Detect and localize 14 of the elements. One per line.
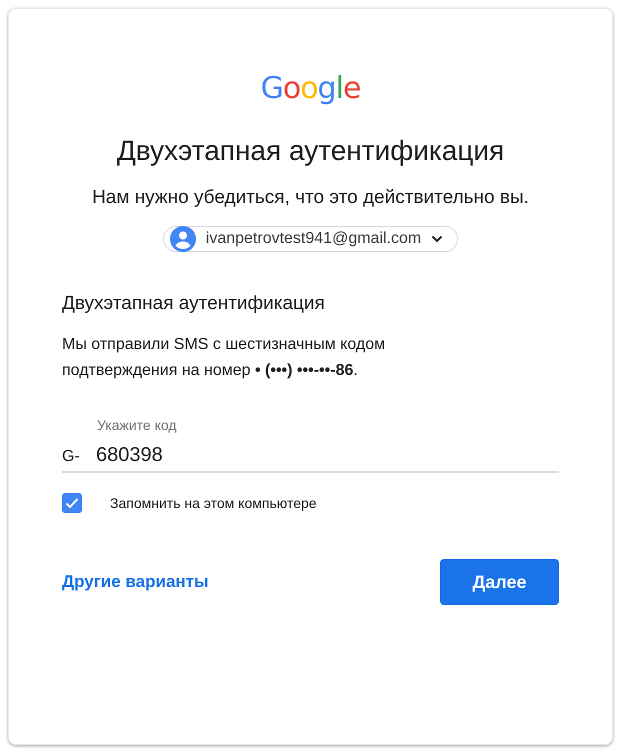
remember-checkbox[interactable] [62, 493, 82, 513]
account-chip[interactable]: ivanpetrovtest941@gmail.com [162, 226, 458, 252]
google-logo: Google [260, 71, 360, 107]
checkbox-label: Запомнить на этом компьютере [110, 495, 317, 511]
avatar-icon [170, 226, 196, 252]
section-heading: Двухэтапная аутентификация [62, 292, 326, 316]
subtitle: Нам нужно убедиться, что это действительно вы. [91, 186, 530, 210]
page-title: Двухэтапная аутентификация [116, 134, 506, 168]
code-prefix: G- [62, 448, 81, 466]
field-label: Укажите код [96, 416, 178, 434]
other-options-link[interactable]: Другие варианты [62, 572, 209, 592]
sms-message: Мы отправили SMS с шестизначным кодом подтверждения на номер • (•••) •••-••-86. [62, 335, 386, 381]
code-field[interactable]: 680398 [96, 444, 296, 467]
next-button[interactable]: Далее [440, 559, 559, 605]
